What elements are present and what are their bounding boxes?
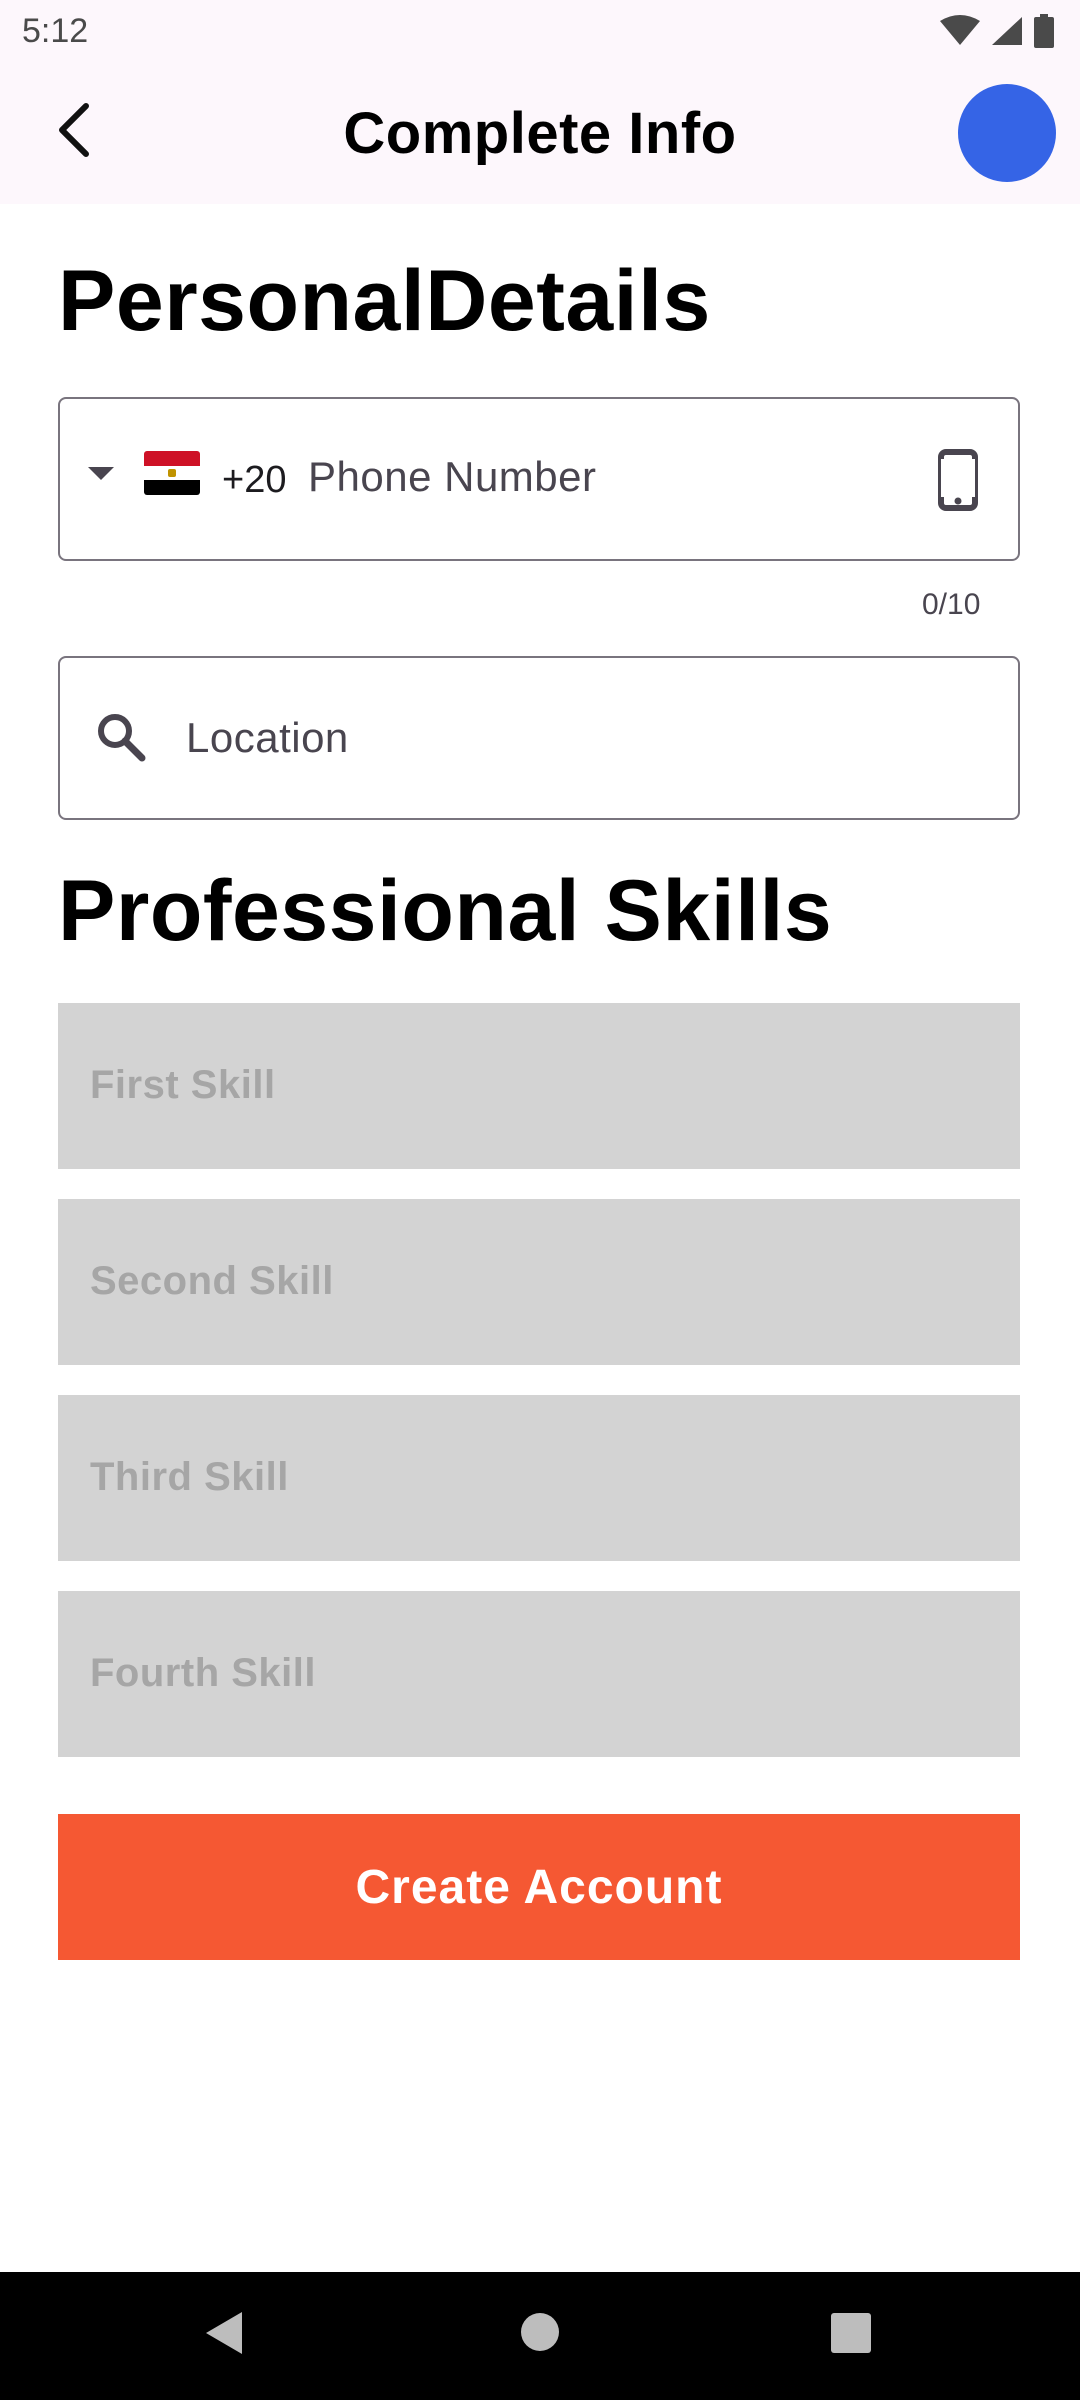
search-icon bbox=[98, 714, 146, 762]
create-account-button[interactable]: Create Account bbox=[58, 1814, 1020, 1960]
third-skill-placeholder: Third Skill bbox=[90, 1455, 289, 1499]
professional-skills-heading: Professional Skills bbox=[58, 863, 833, 959]
wifi-icon bbox=[940, 15, 980, 45]
status-icons bbox=[940, 14, 1054, 48]
third-skill-input[interactable]: Third Skill bbox=[58, 1395, 1020, 1561]
second-skill-placeholder: Second Skill bbox=[90, 1259, 334, 1303]
system-nav-bar bbox=[0, 2272, 1080, 2400]
personal-details-heading: PersonalDetails bbox=[58, 253, 711, 349]
app-bar: Complete Info bbox=[0, 64, 1080, 204]
phone-character-counter: 0/10 bbox=[922, 588, 981, 621]
phone-field[interactable]: +20 Phone Number bbox=[58, 397, 1020, 561]
avatar[interactable] bbox=[958, 84, 1056, 182]
phone-input[interactable]: Phone Number bbox=[308, 453, 597, 501]
location-input[interactable]: Location bbox=[186, 714, 349, 762]
nav-back-icon[interactable] bbox=[202, 2308, 246, 2358]
nav-home-icon[interactable] bbox=[520, 2312, 560, 2352]
second-skill-input[interactable]: Second Skill bbox=[58, 1199, 1020, 1365]
country-dropdown-icon[interactable] bbox=[86, 465, 116, 481]
nav-recents-icon[interactable] bbox=[830, 2312, 872, 2354]
signal-icon bbox=[992, 17, 1022, 45]
dial-code[interactable]: +20 bbox=[222, 459, 286, 502]
status-time: 5:12 bbox=[22, 12, 89, 50]
fourth-skill-placeholder: Fourth Skill bbox=[90, 1651, 316, 1695]
egypt-flag-icon[interactable] bbox=[144, 451, 200, 495]
status-bar: 5:12 bbox=[0, 0, 1080, 64]
location-field[interactable]: Location bbox=[58, 656, 1020, 820]
smartphone-icon bbox=[938, 449, 978, 511]
first-skill-input[interactable]: First Skill bbox=[58, 1003, 1020, 1169]
battery-icon bbox=[1034, 14, 1054, 48]
first-skill-placeholder: First Skill bbox=[90, 1063, 276, 1107]
fourth-skill-input[interactable]: Fourth Skill bbox=[58, 1591, 1020, 1757]
page-title: Complete Info bbox=[343, 101, 737, 166]
